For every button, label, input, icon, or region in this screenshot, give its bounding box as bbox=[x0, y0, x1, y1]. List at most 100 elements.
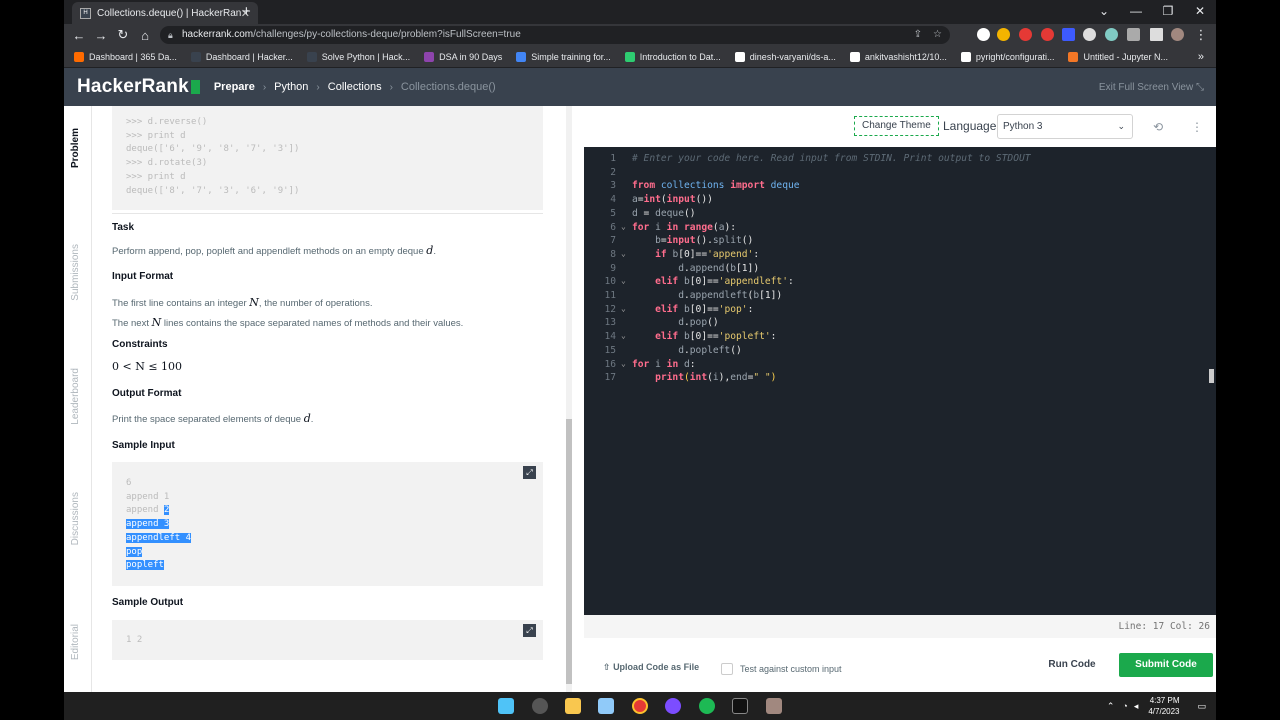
tab-leaderboard[interactable]: Leaderboard bbox=[70, 368, 86, 425]
extension-icon[interactable] bbox=[977, 28, 990, 41]
scrollbar-thumb[interactable] bbox=[566, 419, 572, 684]
tab-search-button[interactable]: ⌄ bbox=[1088, 0, 1120, 24]
output-var: d bbox=[303, 412, 311, 425]
bookmark-item[interactable]: ankitvashisht12/10... bbox=[849, 51, 947, 62]
code-line[interactable]: elif b[0]=='appendleft': bbox=[632, 276, 794, 287]
extension-icon[interactable] bbox=[1062, 28, 1075, 41]
tab-problem[interactable]: Problem bbox=[70, 128, 86, 168]
search-icon[interactable] bbox=[532, 698, 548, 714]
extension-icon[interactable] bbox=[1041, 28, 1054, 41]
submit-code-button[interactable]: Submit Code bbox=[1119, 653, 1213, 677]
bookmark-item[interactable]: Untitled - Jupyter N... bbox=[1068, 51, 1168, 62]
restore-button[interactable]: ❐ bbox=[1152, 0, 1184, 24]
code-line[interactable]: if b[0]=='append': bbox=[632, 249, 759, 260]
line-number: 9 bbox=[610, 262, 616, 274]
chrome-icon[interactable] bbox=[632, 698, 648, 714]
extension-icon[interactable] bbox=[1105, 28, 1118, 41]
code-line[interactable]: for i in d: bbox=[632, 359, 696, 370]
code-line[interactable]: d.append(b[1]) bbox=[632, 263, 759, 274]
start-menu-icon[interactable] bbox=[498, 698, 514, 714]
breadcrumb-prepare[interactable]: Prepare bbox=[214, 81, 255, 93]
bookmark-item[interactable]: DSA in 90 Days bbox=[424, 51, 502, 62]
code-line[interactable]: print(int(i),end=" ") bbox=[632, 372, 776, 383]
tab-editorial[interactable]: Editorial bbox=[70, 624, 86, 660]
bookmark-item[interactable]: Solve Python | Hack... bbox=[306, 51, 410, 62]
bookmarks-overflow-icon[interactable]: » bbox=[1198, 51, 1204, 63]
fold-chevron-icon[interactable]: ⌄ bbox=[621, 304, 626, 313]
volume-icon[interactable]: ◂ bbox=[1134, 701, 1139, 712]
selected-text: pop bbox=[126, 546, 143, 557]
terminal-icon[interactable] bbox=[732, 698, 748, 714]
extension-icon[interactable] bbox=[1019, 28, 1032, 41]
bookmark-item[interactable]: pyright/configurati... bbox=[960, 51, 1054, 62]
tab-submissions[interactable]: Submissions bbox=[70, 244, 86, 301]
code-line[interactable]: for i in range(a): bbox=[632, 222, 736, 233]
custom-input-checkbox[interactable] bbox=[721, 663, 733, 675]
bookmark-item[interactable]: Dashboard | Hacker... bbox=[190, 51, 293, 62]
back-arrow-icon[interactable]: ← bbox=[68, 28, 90, 43]
forward-arrow-icon[interactable]: → bbox=[90, 28, 112, 43]
close-window-button[interactable]: ✕ bbox=[1184, 0, 1216, 24]
tray-chevron-icon[interactable]: ⌃ bbox=[1107, 701, 1115, 712]
run-code-button[interactable]: Run Code bbox=[1038, 653, 1106, 677]
fold-chevron-icon[interactable]: ⌄ bbox=[621, 222, 626, 231]
code-line[interactable]: d.popleft() bbox=[632, 345, 742, 356]
notifications-icon[interactable]: ▭ bbox=[1197, 701, 1206, 712]
language-select[interactable]: Python 3 ⌄ bbox=[997, 114, 1133, 139]
bookmark-label: dinesh-varyani/ds-a... bbox=[749, 51, 836, 62]
code-line[interactable]: elif b[0]=='pop': bbox=[632, 304, 753, 315]
menu-kebab-icon[interactable]: ⋮ bbox=[1190, 27, 1212, 43]
problem-statement: >>> d.reverse() >>> print d deque(['6', '9… bbox=[92, 106, 562, 692]
code-line[interactable]: d.pop() bbox=[632, 317, 718, 328]
code-editor[interactable]: 1 # Enter your code here. Read input from… bbox=[584, 147, 1216, 615]
expand-icon[interactable]: ⤢ bbox=[523, 466, 536, 479]
code-line[interactable]: # Enter your code here. Read input from … bbox=[632, 153, 1031, 164]
minimize-button[interactable]: — bbox=[1120, 0, 1152, 24]
more-options-icon[interactable]: ⋮ bbox=[1191, 120, 1203, 134]
share-icon[interactable]: ⇪ bbox=[914, 26, 922, 44]
spotify-icon[interactable] bbox=[699, 698, 715, 714]
hackerrank-logo[interactable]: HackerRank bbox=[77, 76, 200, 98]
code-line[interactable]: from collections import deque bbox=[632, 180, 800, 191]
upload-code-button[interactable]: ⇧ Upload Code as File bbox=[603, 662, 699, 673]
code-line[interactable]: elif b[0]=='popleft': bbox=[632, 331, 776, 342]
bookmark-star-icon[interactable]: ☆ bbox=[933, 26, 942, 44]
fold-chevron-icon[interactable]: ⌄ bbox=[621, 359, 626, 368]
browser-tab[interactable]: H Collections.deque() | HackerRank ✕ bbox=[72, 2, 258, 24]
chrome-profile-icon[interactable] bbox=[665, 698, 681, 714]
reload-icon[interactable]: ↻ bbox=[112, 27, 134, 43]
line-number: 15 bbox=[604, 344, 616, 356]
new-tab-button[interactable]: + bbox=[242, 3, 251, 20]
change-theme-button[interactable]: Change Theme bbox=[854, 116, 939, 136]
breadcrumb-collections[interactable]: Collections bbox=[328, 81, 382, 93]
bookmark-item[interactable]: Simple training for... bbox=[516, 51, 611, 62]
code-line[interactable]: b=input().split() bbox=[632, 235, 753, 246]
tab-discussions[interactable]: Discussions bbox=[70, 492, 86, 545]
code-line[interactable]: a=int(input()) bbox=[632, 194, 713, 205]
code-line[interactable]: d.appendleft(b[1]) bbox=[632, 290, 782, 301]
history-icon[interactable]: ⟲ bbox=[1153, 120, 1163, 134]
clock[interactable]: 4:37 PM 4/7/2023 bbox=[1148, 695, 1179, 717]
profile-avatar[interactable] bbox=[1171, 28, 1184, 41]
file-explorer-icon[interactable] bbox=[565, 698, 581, 714]
bookmark-item[interactable]: Dashboard | 365 Da... bbox=[74, 51, 177, 62]
code-line[interactable]: d = deque() bbox=[632, 208, 696, 219]
extension-icon[interactable] bbox=[1083, 28, 1096, 41]
breadcrumb-python[interactable]: Python bbox=[274, 81, 308, 93]
extensions-puzzle-icon[interactable] bbox=[1127, 28, 1140, 41]
sidebar-icon[interactable] bbox=[1150, 28, 1163, 41]
extension-icon[interactable] bbox=[997, 28, 1010, 41]
fold-chevron-icon[interactable]: ⌄ bbox=[621, 276, 626, 285]
expand-icon[interactable]: ⤢ bbox=[523, 624, 536, 637]
bookmark-item[interactable]: Introduction to Dat... bbox=[624, 51, 721, 62]
app-icon[interactable] bbox=[766, 698, 782, 714]
exit-full-screen-link[interactable]: Exit Full Screen View ⤡ bbox=[1099, 82, 1204, 93]
bookmark-item[interactable]: dinesh-varyani/ds-a... bbox=[734, 51, 836, 62]
notepad-icon[interactable] bbox=[598, 698, 614, 714]
home-icon[interactable]: ⌂ bbox=[134, 28, 156, 43]
url-bar[interactable]: 🔒︎ hackerrank.com/challenges/py-collecti… bbox=[160, 26, 950, 44]
fold-chevron-icon[interactable]: ⌄ bbox=[621, 331, 626, 340]
wifi-icon[interactable]: ◔ bbox=[1122, 701, 1127, 711]
fold-chevron-icon[interactable]: ⌄ bbox=[621, 249, 626, 258]
problem-scrollbar[interactable] bbox=[566, 106, 572, 692]
